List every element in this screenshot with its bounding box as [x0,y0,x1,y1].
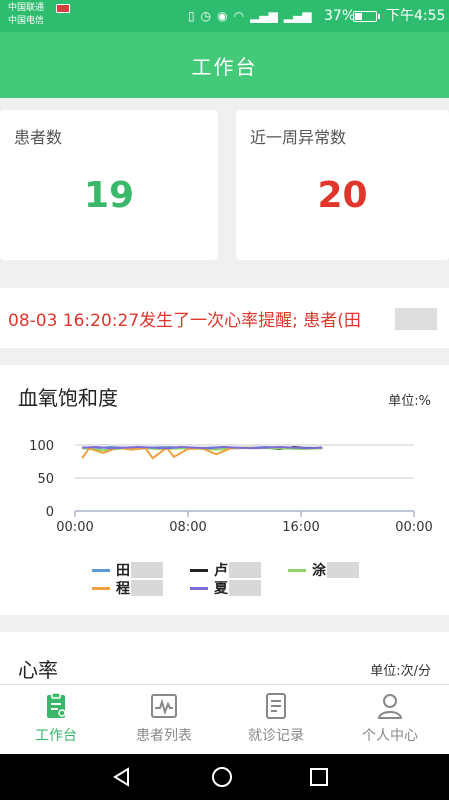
tab-visit-records[interactable]: 就诊记录 [220,691,332,745]
page-title: 工作台 [191,54,258,79]
patients-card[interactable]: 患者数 19 [0,110,218,260]
tab-patient-list[interactable]: 患者列表 [108,691,220,745]
tab-label: 工作台 [35,728,77,744]
redaction-mask [131,580,163,596]
battery-percent: 37% [324,8,356,24]
legend-item-cheng[interactable]: 程 [92,578,163,598]
chart-unit: 单位:次/分 [370,664,431,679]
redaction-mask [395,308,437,330]
chart-title: 心率 [18,658,58,682]
carrier-info: 中国联通 中国电信 [8,2,44,28]
status-bar: 中国联通 中国电信 ▯ ◷ ◉ ◠ ▂▄▆ ▂▄▆ 37% 下午4:55 [0,0,449,32]
clipboard-icon [47,692,66,718]
document-icon [266,693,286,719]
legend-item-tian[interactable]: 田 [92,560,163,580]
y-tick-label: 100 [29,439,54,454]
recents-icon[interactable] [310,768,328,786]
carrier-2: 中国电信 [8,16,45,26]
patients-count: 19 [83,175,135,216]
tab-label: 就诊记录 [248,728,304,744]
x-tick-label: 00:00 [56,520,93,535]
tab-label: 个人中心 [362,728,418,744]
status-icons: ▯ ◷ ◉ ◠ ▂▄▆ ▂▄▆ [188,7,311,25]
legend-item-xia[interactable]: 夏 [190,578,261,598]
legend-label: 涂 [312,563,326,579]
abnormal-count: 20 [317,175,368,216]
legend-item-tu[interactable]: 涂 [288,560,359,580]
tab-profile[interactable]: 个人中心 [334,691,446,745]
back-icon[interactable] [113,767,129,787]
wifi-icon: ◠ [233,9,245,23]
eye-icon: ◉ [217,9,228,23]
vibrate-icon: ▯ [188,9,195,23]
x-tick-label: 16:00 [282,520,319,535]
alarm-icon: ◷ [200,9,212,23]
spo2-chart: 10050000:00 08:00 16:00 00:00 [29,439,433,535]
patients-label: 患者数 [14,128,63,147]
clock: 下午4:55 [386,8,446,24]
home-icon[interactable] [212,767,232,787]
legend-label: 卢 [214,563,228,579]
system-nav-bar [0,754,449,800]
legend-label: 田 [116,563,130,579]
x-tick-label: 08:00 [169,520,206,535]
app-bar: 工作台 [0,32,449,98]
tab-workbench[interactable]: 工作台 [0,691,112,745]
heart-rate-chart-card: 心率 单位:次/分 [0,632,449,684]
x-tick-label: 00:00 [395,520,432,535]
user-icon [377,694,403,719]
redaction-mask [327,562,359,578]
spo2-chart-card: 血氧饱和度 单位:% 100 50 0 00:00 08:00 16:00 00:00 田 … [0,365,449,615]
signal-icon: ▂▄▆ [283,9,312,23]
abnormal-card[interactable]: 近一周异常数 20 [236,110,449,260]
abnormal-label: 近一周异常数 [250,128,347,147]
tab-label: 患者列表 [136,728,192,744]
alert-banner[interactable]: 08-03 16:20:27发生了一次心率提醒; 患者(田 [0,288,449,348]
legend-item-lu[interactable]: 卢 [190,560,261,580]
pulse-icon [151,694,177,718]
battery-icon [353,11,380,22]
y-tick-label: 0 [46,505,54,520]
redaction-mask [131,562,163,578]
sim-badge-icon [56,4,70,13]
system-nav-buttons [113,767,328,787]
redaction-mask [229,580,261,596]
signal-icon: ▂▄▆ [250,9,278,23]
legend-label: 夏 [214,581,228,597]
carrier-1: 中国联通 [8,3,45,13]
series-line [82,445,323,450]
redaction-mask [229,562,261,578]
legend-label: 程 [116,581,130,597]
alert-text: 08-03 16:20:27发生了一次心率提醒; 患者(田 [8,311,361,331]
bottom-tab-bar: 工作台 患者列表 就诊记录 个人中心 [0,684,449,754]
y-tick-label: 50 [37,472,54,487]
